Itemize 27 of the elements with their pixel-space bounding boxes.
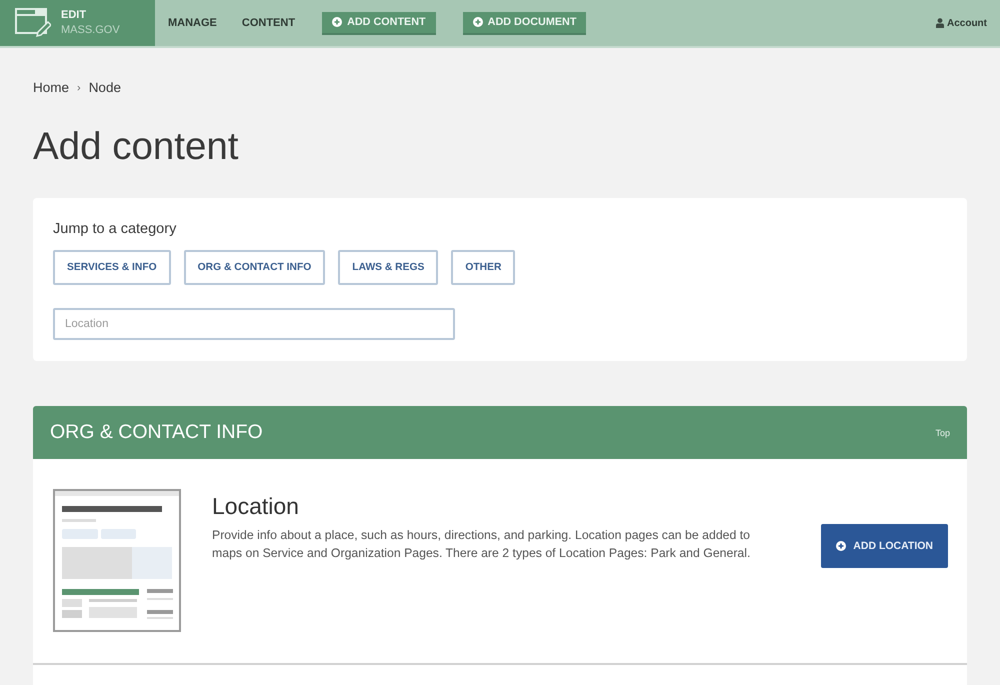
breadcrumb-link[interactable]: Home	[33, 81, 70, 95]
breadcrumb-separator: ›	[77, 81, 81, 95]
nav-button[interactable]: ADD DOCUMENT	[462, 12, 586, 34]
category-button[interactable]: OTHER	[451, 250, 516, 285]
user-icon	[936, 18, 944, 28]
section-title: ORG & CONTACT INFO	[50, 421, 263, 444]
category-button[interactable]: LAWS & REGS	[338, 250, 438, 285]
page-title: Add content	[33, 125, 238, 169]
nav-button[interactable]: ADD CONTENT	[322, 12, 436, 34]
jump-label: Jump to a category	[53, 221, 176, 237]
window-pencil-icon	[15, 8, 51, 38]
logo-block[interactable]: EDIT MASS.GOV	[0, 0, 155, 46]
nav-link[interactable]: CONTENT	[242, 17, 296, 29]
item-description: Provide info about a place, such as hours, directions, and parking. Location pages can be added to maps on Service and Organization Pages. There are 2 types of Location Pages: Park and General.	[212, 527, 752, 562]
nav-link[interactable]: MANAGE	[168, 17, 217, 29]
plus-circle-icon	[472, 17, 483, 27]
plus-circle-icon	[836, 541, 846, 551]
category-button[interactable]: SERVICES & INFO	[53, 250, 171, 285]
account-link[interactable]: Account	[936, 0, 987, 46]
logo-title: EDIT	[61, 8, 88, 23]
breadcrumb-current: Node	[88, 81, 121, 95]
item-title: Location	[212, 492, 299, 520]
filter-field[interactable]: Location	[53, 308, 455, 340]
plus-circle-icon	[332, 17, 342, 27]
category-button[interactable]: ORG & CONTACT INFO	[184, 250, 326, 285]
add-button[interactable]: ADD LOCATION	[821, 524, 948, 568]
logo-subtitle: MASS.GOV	[61, 23, 120, 38]
